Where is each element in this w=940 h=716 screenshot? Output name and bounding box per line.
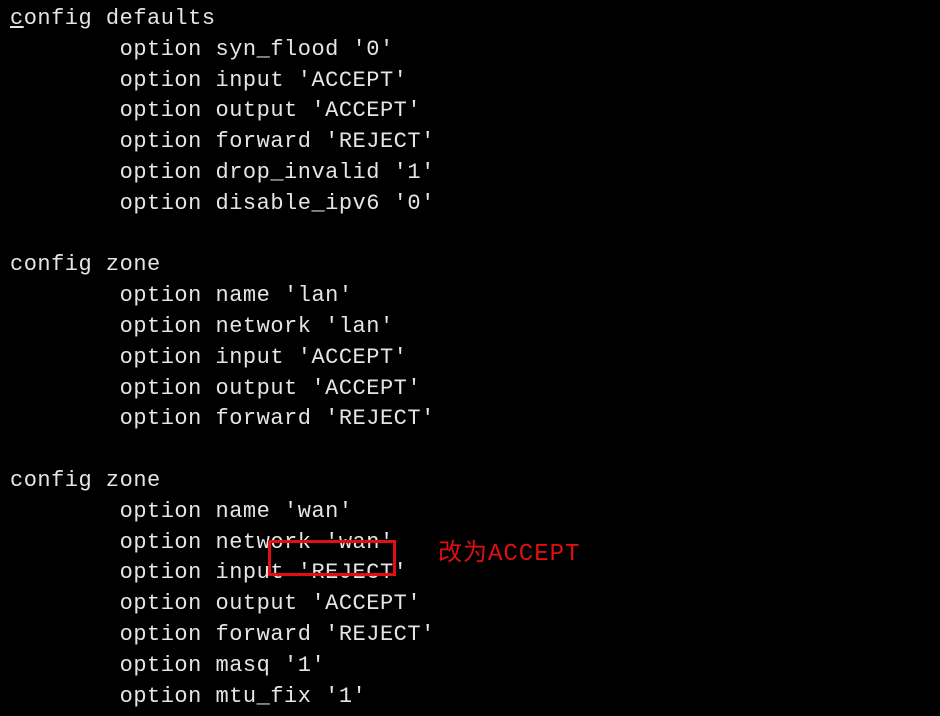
- config-section-header: config zone: [10, 250, 930, 281]
- config-option: option name 'wan': [10, 497, 930, 528]
- annotation-text: 改为ACCEPT: [438, 538, 580, 572]
- config-option: option mtu_fix '1': [10, 682, 930, 713]
- config-option: option name 'lan': [10, 281, 930, 312]
- config-file-content: config defaults option syn_flood '0' opt…: [0, 0, 940, 716]
- config-option: option output 'ACCEPT': [10, 374, 930, 405]
- config-section-header: config defaults: [10, 4, 930, 35]
- blank-line: [10, 220, 930, 251]
- config-option: option forward 'REJECT': [10, 620, 930, 651]
- config-option: option drop_invalid '1': [10, 158, 930, 189]
- config-option: option forward 'REJECT': [10, 127, 930, 158]
- config-option: option input 'ACCEPT': [10, 343, 930, 374]
- config-option: option disable_ipv6 '0': [10, 189, 930, 220]
- config-option: option forward 'REJECT': [10, 404, 930, 435]
- config-option: option input 'ACCEPT': [10, 66, 930, 97]
- config-option: option masq '1': [10, 651, 930, 682]
- config-section-header: config zone: [10, 466, 930, 497]
- config-option: option output 'ACCEPT': [10, 589, 930, 620]
- config-option: option output 'ACCEPT': [10, 96, 930, 127]
- blank-line: [10, 435, 930, 466]
- config-option: option syn_flood '0': [10, 35, 930, 66]
- config-option: option network 'lan': [10, 312, 930, 343]
